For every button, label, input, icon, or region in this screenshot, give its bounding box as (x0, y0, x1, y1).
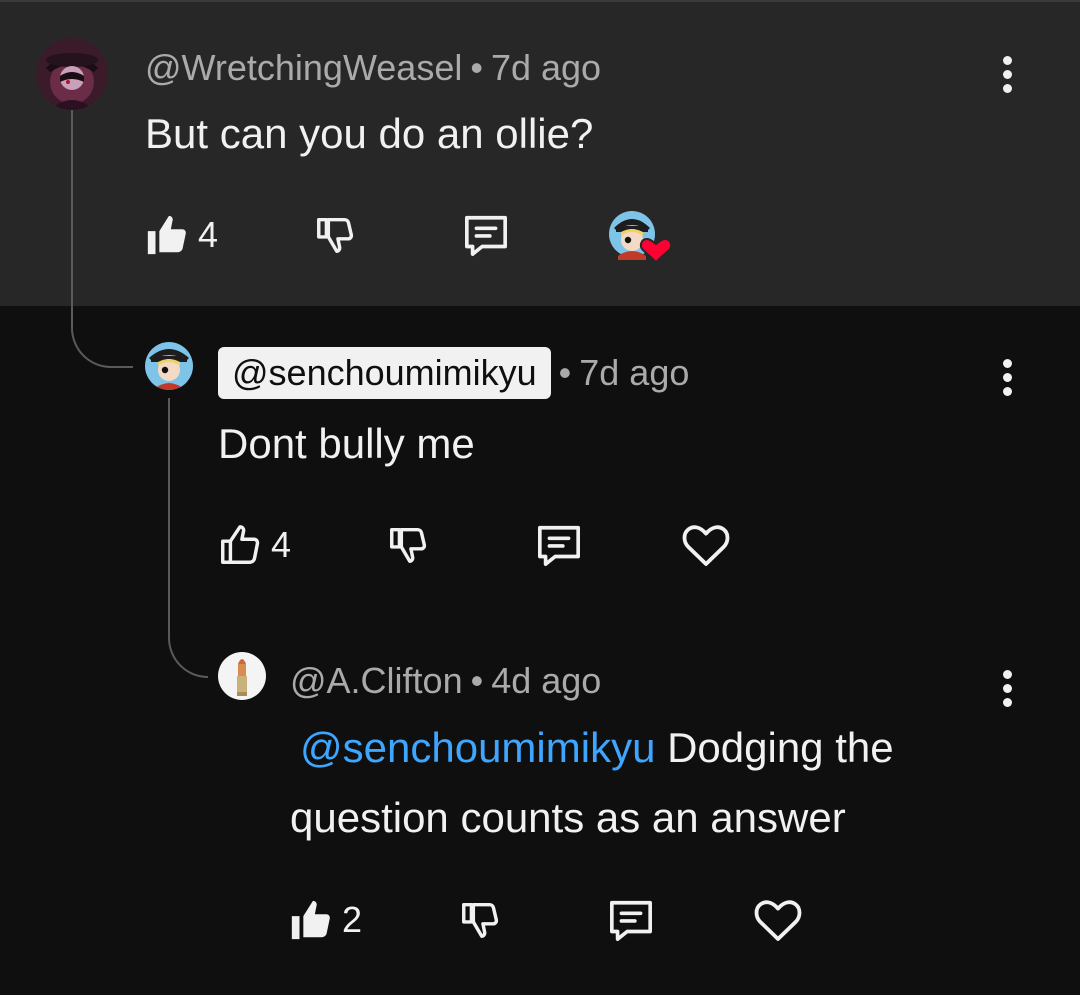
comment-text: But can you do an ollie? (145, 110, 594, 157)
reply-comment-icon (538, 525, 580, 566)
comment-text-line-2: question counts as an answer (290, 794, 846, 841)
comment-meta: @A.Clifton • 4d ago (290, 659, 601, 703)
dislike-button[interactable] (458, 897, 504, 943)
comment-meta: @WretchingWeasel • 7d ago (145, 46, 601, 90)
like-button[interactable]: 4 (217, 522, 291, 568)
heart-button[interactable] (752, 895, 804, 945)
creator-heart-badge (608, 210, 673, 266)
more-options-button[interactable] (995, 52, 1019, 96)
comment-text: Dont bully me (218, 420, 475, 467)
avatar-senchoumimikyu[interactable] (145, 342, 193, 390)
reply-button[interactable] (533, 522, 585, 568)
reply-comment-icon (610, 900, 652, 941)
comment-meta: @senchoumimikyu • 7d ago (218, 343, 689, 403)
comment-timestamp: 4d ago (491, 660, 602, 701)
reply-button[interactable] (460, 212, 512, 258)
thread-line-reply-2 (168, 398, 208, 678)
heart-icon (754, 900, 802, 941)
separator-dot: • (558, 352, 572, 393)
comment-author-highlighted[interactable]: @senchoumimikyu (218, 347, 551, 399)
like-count: 4 (198, 214, 219, 255)
like-button[interactable]: 4 (144, 212, 218, 258)
avatar-a-clifton[interactable] (218, 652, 266, 700)
comment-author[interactable]: @A.Clifton (290, 660, 463, 702)
like-button[interactable]: 2 (288, 897, 362, 943)
separator-dot: • (470, 47, 483, 88)
like-count: 2 (342, 899, 363, 940)
mention-link[interactable]: @senchoumimikyu (300, 724, 655, 771)
comment-text-continuation: Dodging the (655, 724, 894, 771)
dislike-button[interactable] (313, 212, 359, 258)
avatar-wretchingweasel[interactable] (36, 38, 108, 110)
dislike-button[interactable] (386, 522, 432, 568)
more-options-button[interactable] (995, 355, 1019, 399)
reply-button[interactable] (605, 897, 657, 943)
heart-icon (682, 525, 730, 566)
thread-line-reply-1 (71, 108, 133, 368)
comment-text-line-1: @senchoumimikyu Dodging the (300, 722, 894, 774)
like-count: 4 (271, 524, 292, 565)
comment-timestamp: 7d ago (579, 352, 690, 393)
comment-author[interactable]: @WretchingWeasel (145, 47, 462, 89)
top-edge-divider (0, 0, 1080, 2)
comment-timestamp: 7d ago (490, 47, 602, 88)
thumbs-down-icon (390, 527, 427, 564)
thumbs-up-icon (221, 525, 260, 564)
separator-dot: • (470, 660, 484, 701)
thumbs-down-icon (462, 902, 499, 939)
more-options-button[interactable] (995, 666, 1019, 710)
thumbs-down-icon (317, 217, 354, 254)
reply-comment-icon (465, 215, 507, 256)
thumbs-up-icon (147, 215, 186, 255)
heart-button[interactable] (680, 520, 732, 570)
thumbs-up-icon (291, 900, 330, 940)
